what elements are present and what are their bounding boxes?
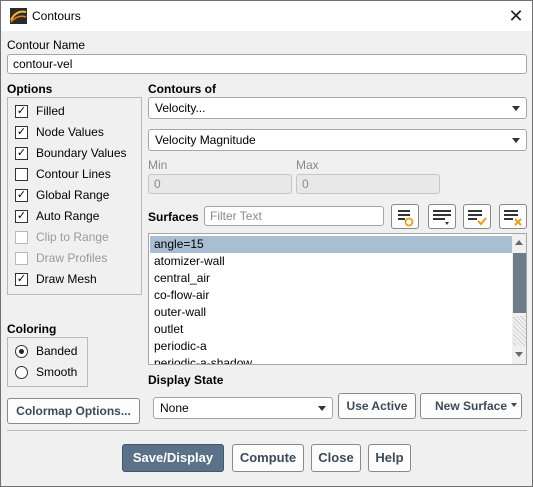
scroll-up-icon[interactable] <box>512 236 526 250</box>
new-surface-button[interactable]: New Surface <box>420 393 522 419</box>
new-surface-label: New Surface <box>434 399 508 413</box>
draw-profiles-checkbox <box>15 252 28 265</box>
list-item[interactable]: central_air <box>150 270 512 287</box>
scroll-down-icon[interactable] <box>512 348 526 362</box>
divider <box>7 430 527 431</box>
display-state-value: None <box>160 401 189 415</box>
global-range-label: Global Range <box>36 188 110 202</box>
coloring-group: Banded Smooth <box>7 337 88 387</box>
list-item[interactable]: periodic-a-shadow <box>150 355 512 364</box>
boundary-values-checkbox[interactable]: ✓ <box>15 147 28 160</box>
help-button[interactable]: Help <box>368 444 411 472</box>
list-item[interactable]: periodic-a <box>150 338 512 355</box>
banded-radio[interactable] <box>15 345 28 358</box>
surface-filter-input[interactable]: Filter Text <box>204 206 384 226</box>
contours-of-value: Velocity... <box>155 101 206 115</box>
surface-group-icon <box>433 210 451 225</box>
window-title: Contours <box>32 9 81 23</box>
contours-window: Contours ✕ Contour Name contour-vel Opti… <box>0 0 533 487</box>
surface-clear-button[interactable] <box>499 204 527 229</box>
chevron-down-icon <box>318 406 326 411</box>
contour-name-label: Contour Name <box>7 38 86 52</box>
surface-check-button[interactable] <box>463 204 491 229</box>
contour-lines-label: Contour Lines <box>36 167 111 181</box>
smooth-label: Smooth <box>36 365 78 379</box>
use-active-button[interactable]: Use Active <box>338 393 416 419</box>
contour-lines-checkbox[interactable] <box>15 168 28 181</box>
global-range-checkbox[interactable]: ✓ <box>15 189 28 202</box>
list-item[interactable]: outlet <box>150 321 512 338</box>
clip-to-range-checkbox <box>15 231 28 244</box>
clip-to-range-label: Clip to Range <box>36 230 109 244</box>
contours-of-select[interactable]: Velocity... <box>148 97 527 119</box>
display-state-select[interactable]: None <box>153 397 333 419</box>
max-field: 0 <box>296 174 440 194</box>
surface-select-icon <box>398 210 414 227</box>
app-icon <box>10 8 27 24</box>
surfaces-scrollbar[interactable] <box>512 234 526 364</box>
surface-group-button[interactable] <box>428 204 456 229</box>
chevron-down-icon <box>512 106 520 111</box>
filled-label: Filled <box>36 104 65 118</box>
surfaces-list[interactable]: angle=15 atomizer-wall central_air co-fl… <box>148 233 527 365</box>
surface-check-icon <box>468 210 487 226</box>
scroll-thumb[interactable] <box>513 253 526 313</box>
draw-profiles-label: Draw Profiles <box>36 251 108 265</box>
title-bar: Contours ✕ <box>1 1 532 31</box>
display-state-label: Display State <box>148 373 224 387</box>
colormap-options-button[interactable]: Colormap Options... <box>7 398 140 424</box>
options-heading: Options <box>7 82 53 96</box>
close-button[interactable]: Close <box>311 444 361 472</box>
chevron-down-icon <box>511 403 517 407</box>
min-label: Min <box>148 158 168 172</box>
auto-range-checkbox[interactable]: ✓ <box>15 210 28 223</box>
surfaces-label: Surfaces <box>148 210 199 224</box>
close-icon[interactable]: ✕ <box>504 5 528 27</box>
compute-button[interactable]: Compute <box>232 444 304 472</box>
save-display-button[interactable]: Save/Display <box>122 444 224 472</box>
surface-clear-icon <box>504 210 522 226</box>
contours-of-label: Contours of <box>148 82 216 96</box>
draw-mesh-checkbox[interactable]: ✓ <box>15 273 28 286</box>
node-values-checkbox[interactable]: ✓ <box>15 126 28 139</box>
filled-checkbox[interactable]: ✓ <box>15 105 28 118</box>
options-group: ✓ Filled ✓ Node Values ✓ Boundary Values… <box>7 97 142 295</box>
surface-select-button[interactable] <box>391 204 419 229</box>
max-label: Max <box>296 158 319 172</box>
list-item[interactable]: outer-wall <box>150 304 512 321</box>
node-values-label: Node Values <box>36 125 104 139</box>
scroll-track[interactable] <box>513 316 526 346</box>
boundary-values-label: Boundary Values <box>36 146 127 160</box>
auto-range-label: Auto Range <box>36 209 100 223</box>
list-item[interactable]: co-flow-air <box>150 287 512 304</box>
contours-of-sub-value: Velocity Magnitude <box>155 133 256 147</box>
min-field: 0 <box>148 174 292 194</box>
contour-name-input[interactable]: contour-vel <box>7 54 527 74</box>
contours-of-sub-select[interactable]: Velocity Magnitude <box>148 129 527 151</box>
smooth-radio[interactable] <box>15 366 28 379</box>
list-item[interactable]: atomizer-wall <box>150 253 512 270</box>
banded-label: Banded <box>36 344 78 358</box>
list-item[interactable]: angle=15 <box>150 236 512 253</box>
coloring-heading: Coloring <box>7 322 57 336</box>
chevron-down-icon <box>512 138 520 143</box>
draw-mesh-label: Draw Mesh <box>36 272 97 286</box>
